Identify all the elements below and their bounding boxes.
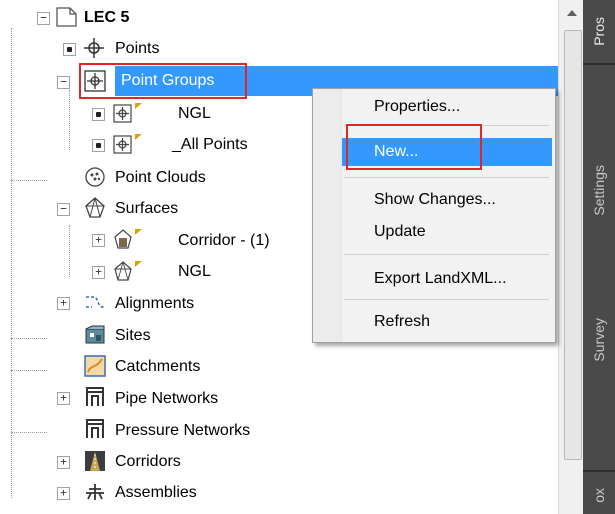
expand-toggle[interactable]: +: [57, 456, 70, 469]
point-clouds-label: Point Clouds: [115, 169, 206, 186]
pipe-networks-label: Pipe Networks: [115, 390, 219, 407]
tree-item-surf-corridor[interactable]: Corridor - (1): [178, 226, 270, 256]
tab-prospector[interactable]: Pros: [583, 0, 615, 62]
bullet: [92, 139, 105, 152]
catchment-icon: [84, 355, 106, 377]
menu-item-show-changes[interactable]: Show Changes...: [342, 186, 552, 214]
tab-separator: [583, 470, 615, 472]
assemblies-label: Assemblies: [115, 484, 197, 501]
tab-toolbox-label: ox: [591, 487, 607, 503]
expand-toggle[interactable]: +: [57, 487, 70, 500]
tab-toolbox[interactable]: ox: [583, 476, 615, 514]
alignment-icon: [84, 291, 106, 313]
tree-connector: [11, 432, 47, 433]
site-icon: [84, 324, 106, 346]
pg-all-label: _All Points: [172, 136, 248, 153]
tree-item-alignments[interactable]: Alignments: [115, 289, 194, 319]
tree-item-corridors[interactable]: Corridors: [115, 447, 181, 477]
surf-ngl-label: NGL: [178, 263, 211, 280]
menu-separator: [344, 299, 549, 300]
tree-item-pipe-networks[interactable]: Pipe Networks: [115, 384, 218, 414]
palette-side-tabs: Pros Settings Survey ox: [583, 0, 615, 514]
highlight-point-groups: [79, 63, 247, 99]
tree-item-surf-ngl[interactable]: NGL: [178, 257, 211, 287]
tree-item-point-clouds[interactable]: Point Clouds: [115, 163, 206, 193]
tab-settings[interactable]: Settings: [583, 130, 615, 250]
export-landxml-label: Export LandXML...: [374, 270, 507, 287]
collapse-toggle[interactable]: −: [57, 203, 70, 216]
point-cloud-icon: [84, 166, 106, 188]
show-changes-label: Show Changes...: [374, 191, 496, 208]
tab-survey[interactable]: Survey: [583, 290, 615, 390]
point-group-icon: [113, 102, 142, 124]
tab-settings-label: Settings: [591, 164, 607, 216]
expand-toggle[interactable]: +: [57, 392, 70, 405]
points-icon: [83, 37, 105, 59]
pressure-networks-label: Pressure Networks: [115, 422, 251, 439]
bullet: [63, 43, 76, 56]
pressure-network-icon: [84, 418, 106, 440]
point-group-icon: [113, 133, 142, 155]
tree-item-surfaces[interactable]: Surfaces: [115, 194, 178, 224]
tree-connector: [11, 28, 12, 498]
expand-toggle[interactable]: +: [92, 266, 105, 279]
bullet: [92, 108, 105, 121]
highlight-new: [346, 124, 482, 170]
surf-corridor-label: Corridor - (1): [178, 232, 270, 249]
scrollbar-thumb[interactable]: [564, 30, 582, 460]
tree-item-pg-all[interactable]: _All Points: [172, 130, 248, 160]
catchments-label: Catchments: [115, 358, 201, 375]
collapse-toggle[interactable]: −: [37, 12, 50, 25]
vertical-scrollbar[interactable]: [558, 0, 584, 514]
tree-item-root[interactable]: LEC 5: [84, 3, 129, 33]
surfaces-label: Surfaces: [115, 200, 179, 217]
tab-survey-label: Survey: [591, 318, 607, 362]
menu-item-update[interactable]: Update: [342, 218, 552, 246]
tree-item-pg-ngl[interactable]: NGL: [178, 99, 211, 129]
tab-prospector-label: Pros: [591, 16, 607, 46]
surface-icon: [84, 197, 106, 219]
tree-connector: [69, 225, 70, 277]
root-label: LEC 5: [84, 9, 130, 26]
collapse-toggle[interactable]: −: [57, 76, 70, 89]
surface-icon: [113, 260, 142, 282]
tree-connector: [11, 370, 47, 371]
alignments-label: Alignments: [115, 295, 195, 312]
expand-toggle[interactable]: +: [92, 234, 105, 247]
menu-item-export-landxml[interactable]: Export LandXML...: [342, 265, 552, 293]
tab-separator: [583, 63, 615, 65]
menu-item-properties[interactable]: Properties...: [342, 93, 552, 121]
drawing-icon: [55, 6, 77, 28]
pg-ngl-label: NGL: [178, 105, 211, 122]
corridor-icon: [84, 450, 106, 472]
tree-connector: [11, 180, 47, 181]
sites-label: Sites: [115, 327, 151, 344]
assembly-icon: [84, 481, 106, 503]
properties-label: Properties...: [374, 98, 461, 115]
corridor-surface-icon: [113, 228, 142, 250]
points-label: Points: [115, 40, 160, 57]
pipe-network-icon: [84, 386, 106, 408]
scroll-up-arrow-icon[interactable]: [567, 10, 577, 16]
menu-separator: [344, 254, 549, 255]
tree-item-catchments[interactable]: Catchments: [115, 352, 200, 382]
menu-separator: [344, 177, 549, 178]
tree-item-assemblies[interactable]: Assemblies: [115, 478, 197, 508]
corridors-label: Corridors: [115, 453, 181, 470]
tree-connector: [69, 90, 70, 150]
menu-gutter: [313, 89, 342, 342]
tree-item-pressure-networks[interactable]: Pressure Networks: [115, 416, 250, 446]
tree-item-points[interactable]: Points: [115, 34, 159, 64]
tree-item-sites[interactable]: Sites: [115, 321, 151, 351]
menu-item-refresh[interactable]: Refresh: [342, 308, 552, 336]
expand-toggle[interactable]: +: [57, 297, 70, 310]
update-label: Update: [374, 223, 426, 240]
tree-connector: [11, 338, 47, 339]
refresh-label: Refresh: [374, 313, 431, 330]
